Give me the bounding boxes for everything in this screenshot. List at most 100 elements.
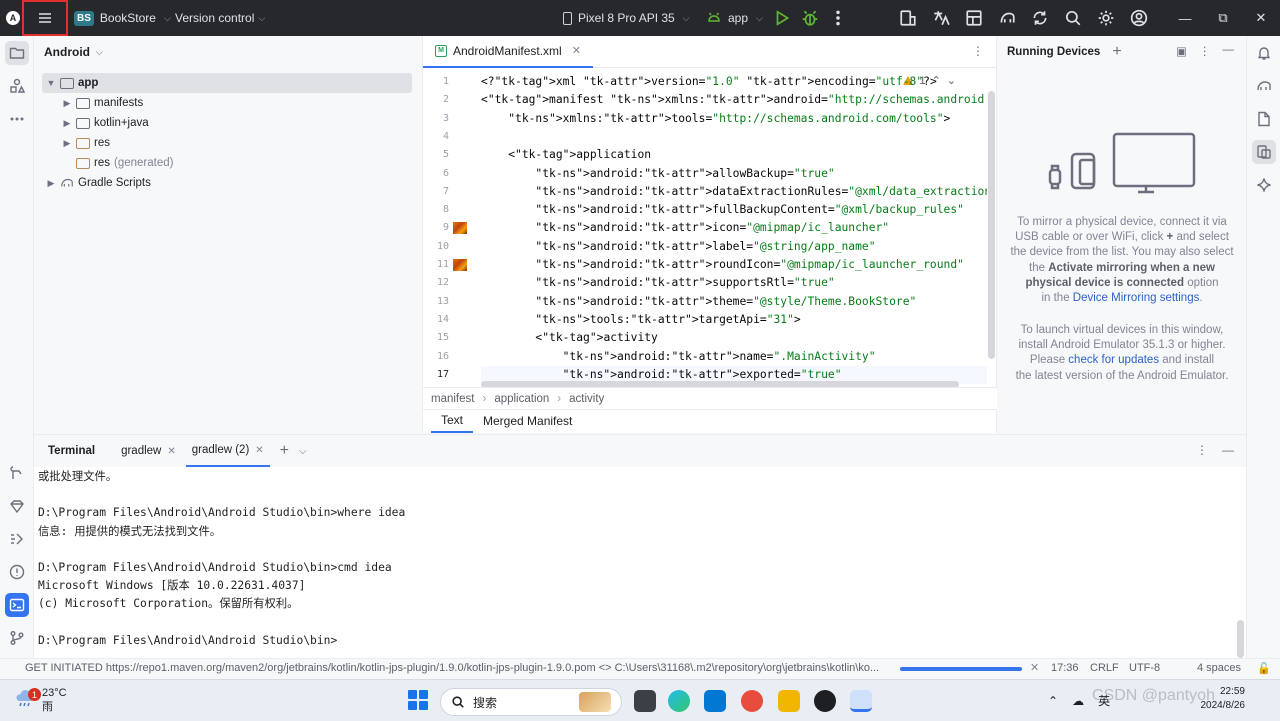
line-number[interactable]: 16 [423,348,449,366]
chevron-down-icon[interactable]: ⌵ [299,446,307,457]
lock-icon[interactable]: 🔓 [1257,662,1271,675]
terminal-tab-gradlew-2[interactable]: gradlew (2) ✕ [185,435,270,467]
run-configuration-selector[interactable]: app ⌵ [706,0,763,36]
account-button[interactable] [1125,4,1153,32]
panel-layout-icon[interactable]: ▣ [1176,44,1187,58]
project-view-selector[interactable]: Android ⌵ [34,36,421,68]
code-line[interactable]: "tk-ns">android:"tk-attr">fullBackupCont… [481,201,964,219]
profiler-button[interactable] [993,4,1021,32]
new-terminal-tab-icon[interactable]: + [274,442,295,460]
terminal-tool-button[interactable] [5,593,29,617]
notifications-button[interactable] [1252,41,1276,65]
code-line[interactable]: <"tk-tag">manifest "tk-ns">xmlns:"tk-att… [481,91,987,109]
running-devices-tool-button[interactable] [1252,140,1276,164]
check-for-updates-link[interactable]: check for updates [1068,354,1159,366]
code-line[interactable]: "tk-ns">android:"tk-attr">supportsRtl="t… [481,274,834,292]
background-task-progress[interactable] [900,667,1022,671]
more-actions-button[interactable] [824,0,852,36]
breadcrumb-item-manifest[interactable]: manifest [431,393,474,405]
indent-setting[interactable]: 4 spaces [1197,662,1241,674]
launcher-icon-preview[interactable] [453,259,467,271]
tree-node-res[interactable]: ▶ res [62,133,110,153]
more-tool-windows-button[interactable] [5,107,29,131]
weather-widget[interactable]: 1 23°C 雨 [14,686,67,714]
code-line[interactable]: <"tk-tag">activity [481,329,657,347]
line-number[interactable]: 12 [423,274,449,292]
taskbar-search[interactable]: 搜索 [440,688,622,716]
line-number[interactable]: 8 [423,201,449,219]
tree-node-kotlin-java[interactable]: ▶ kotlin+java [62,113,149,133]
sync-gradle-button[interactable] [1026,4,1054,32]
close-tab-icon[interactable]: ✕ [255,445,263,456]
task-view-app[interactable] [634,690,656,712]
problems-button[interactable] [5,560,29,584]
device-file-explorer-button[interactable] [1252,107,1276,131]
gems-button[interactable] [5,494,29,518]
add-device-icon[interactable]: + [1112,43,1121,61]
terminal-tab-gradlew[interactable]: gradlew ✕ [115,435,182,467]
netease-music-app[interactable] [741,690,763,712]
caret-position[interactable]: 17:36 [1051,662,1079,674]
breadcrumb-item-activity[interactable]: activity [569,393,604,405]
cloud-icon[interactable]: ☁ [1072,694,1084,708]
line-number[interactable]: 5 [423,146,449,164]
line-number[interactable]: 17 [423,366,449,384]
layout-inspector-button[interactable] [960,4,988,32]
tab-merged-manifest[interactable]: Merged Manifest [473,409,582,433]
line-number[interactable]: 9 [423,219,449,237]
device-mirroring-settings-link[interactable]: Device Mirroring settings [1073,292,1200,304]
tab-text[interactable]: Text [431,409,474,433]
restore-button[interactable]: ⧉ [1204,0,1242,36]
main-menu-button[interactable] [22,0,68,36]
resource-manager-button[interactable] [5,74,29,98]
translations-button[interactable] [927,4,955,32]
line-number[interactable]: 14 [423,311,449,329]
line-number[interactable]: 13 [423,293,449,311]
vertical-ellipsis-icon[interactable]: ⋮ [1199,44,1211,58]
tree-node-manifests[interactable]: ▶ manifests [62,93,144,113]
line-number[interactable]: 6 [423,165,449,183]
version-control-button[interactable] [5,626,29,650]
vertical-scrollbar[interactable] [988,91,995,359]
tree-node-app[interactable]: ▼ app [42,73,412,93]
code-line[interactable]: "tk-ns">xmlns:"tk-attr">tools="http://sc… [481,110,950,128]
qq-app[interactable] [814,690,836,712]
code-line[interactable]: "tk-ns">tools:"tk-attr">targetApi="31"> [481,311,800,329]
editor-gutter[interactable]: 1 2 3 4 5 6 7 8 9 10 11 12 13 14 15 16 17 [423,69,480,387]
line-number[interactable]: 2 [423,91,449,109]
code-line[interactable]: "tk-ns">android:"tk-attr">dataExtraction… [481,183,987,201]
code-line[interactable]: "tk-ns">android:"tk-attr">theme="@style/… [481,293,916,311]
breadcrumb-item-application[interactable]: application [494,393,549,405]
minimize-button[interactable]: — [1166,0,1204,36]
code-line[interactable]: "tk-ns">android:"tk-attr">label="@string… [481,238,875,256]
code-line[interactable]: "tk-ns">android:"tk-attr">allowBackup="t… [481,165,834,183]
project-widget[interactable]: BS BookStore ⌵ [74,0,171,36]
vcs-widget[interactable]: Version control ⌵ [175,0,265,36]
file-encoding[interactable]: UTF-8 [1129,662,1160,674]
code-line[interactable]: "tk-ns">android:"tk-attr">name=".MainAct… [481,348,876,366]
device-selector[interactable]: Pixel 8 Pro API 35 ⌵ [563,0,690,36]
line-number[interactable]: 10 [423,238,449,256]
editor-tab-android-manifest[interactable]: M AndroidManifest.xml ✕ [423,36,593,68]
close-tab-icon[interactable]: ✕ [167,446,175,457]
search-everywhere-button[interactable] [1059,4,1087,32]
cancel-task-icon[interactable]: ✕ [1030,661,1039,674]
editor-tabs-menu-icon[interactable]: ⋮ [972,44,984,58]
file-explorer-app[interactable] [778,690,800,712]
code-line[interactable]: <"tk-tag">application [481,146,651,164]
launcher-icon-preview[interactable] [453,222,467,235]
device-manager-button[interactable] [894,4,922,32]
debug-button[interactable] [796,0,824,36]
line-number[interactable]: 11 [423,256,449,274]
minimize-panel-icon[interactable]: — [1223,44,1235,58]
terminal-scrollbar[interactable] [1237,620,1244,658]
settings-button[interactable] [1092,4,1120,32]
line-number[interactable]: 1 [423,73,449,91]
tree-node-gradle-scripts[interactable]: ▶ Gradle Scripts [46,173,151,193]
android-studio-app[interactable] [850,690,872,712]
start-button[interactable] [408,690,428,710]
gradle-tool-button[interactable] [1252,74,1276,98]
chevron-up-icon[interactable]: ⌃ [1048,694,1058,708]
code-line[interactable]: "tk-ns">android:"tk-attr">icon="@mipmap/… [481,219,889,237]
line-number[interactable]: 3 [423,110,449,128]
